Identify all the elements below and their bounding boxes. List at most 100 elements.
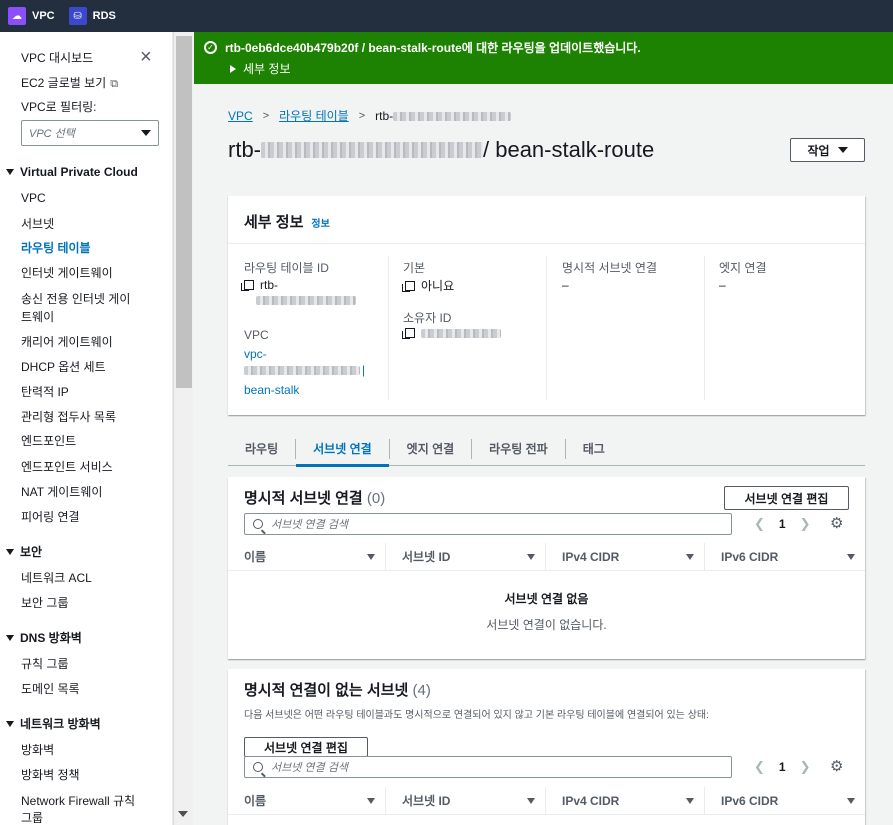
sidebar-item-firewall-policies[interactable]: 방화벽 정책 <box>21 766 80 783</box>
vpc-filter-select[interactable]: VPC 선택 <box>21 120 159 146</box>
section-virtual-private-cloud[interactable]: Virtual Private Cloud <box>6 165 138 179</box>
copy-icon[interactable] <box>402 280 415 292</box>
vpc-name-link[interactable]: bean-stalk <box>244 383 299 397</box>
breadcrumb-vpc[interactable]: VPC <box>228 109 253 123</box>
sidebar-item-carrier-gateways[interactable]: 캐리어 게이트웨이 <box>21 333 113 350</box>
breadcrumb-route-tables[interactable]: 라우팅 테이블 <box>279 107 349 124</box>
scrollbar-thumb[interactable] <box>176 36 192 388</box>
vpc-link[interactable]: vpc- <box>244 347 267 361</box>
rds-shortcut-label: RDS <box>92 10 116 22</box>
sort-caret-icon[interactable] <box>527 553 535 560</box>
sidebar-item-nfw-rule-groups-cont[interactable]: 그룹 <box>21 809 43 825</box>
section-label: DNS 방화벽 <box>20 631 82 645</box>
scroll-down-arrow-icon[interactable] <box>178 811 188 817</box>
sidebar-item-nat-gateways[interactable]: NAT 게이트웨이 <box>21 483 102 500</box>
column-header-subnet-id[interactable]: 서브넷 ID <box>386 543 546 570</box>
empty-state-title: 서브넷 연결 없음 <box>504 592 589 606</box>
section-security[interactable]: 보안 <box>6 543 42 560</box>
chevron-right-icon[interactable]: ❯ <box>800 759 811 775</box>
sidebar-item-firewalls[interactable]: 방화벽 <box>21 741 54 758</box>
sort-caret-icon[interactable] <box>527 797 535 804</box>
edit-subnet-associations-button[interactable]: 서브넷 연결 편집 <box>724 486 849 510</box>
chevron-left-icon[interactable]: ❮ <box>754 759 765 775</box>
sidebar-item-route-tables[interactable]: 라우팅 테이블 <box>21 239 91 256</box>
sidebar-item-dhcp-options[interactable]: DHCP 옵션 세트 <box>21 358 106 375</box>
details-info-link[interactable]: 정보 <box>311 219 329 230</box>
sort-caret-icon[interactable] <box>686 553 694 560</box>
explicit-subnets-heading: 명시적 서브넷 연결 (0) <box>244 487 385 508</box>
sidebar-item-vpc[interactable]: VPC <box>21 191 46 205</box>
sidebar-item-endpoint-services[interactable]: 엔드포인트 서비스 <box>21 458 113 475</box>
column-header-name[interactable]: 이름 <box>228 787 386 814</box>
sidebar-item-network-acl[interactable]: 네트워크 ACL <box>21 569 92 586</box>
column-label: IPv4 CIDR <box>562 793 620 808</box>
chevron-right-icon[interactable]: ❯ <box>800 516 811 532</box>
sidebar-item-security-groups[interactable]: 보안 그룹 <box>21 594 69 611</box>
tab-subnet-associations[interactable]: 서브넷 연결 <box>296 432 389 467</box>
tab-tags[interactable]: 태그 <box>566 432 622 466</box>
tab-route-propagation[interactable]: 라우팅 전파 <box>472 432 565 466</box>
sidebar-item-internet-gateways[interactable]: 인터넷 게이트웨이 <box>21 264 113 281</box>
vpc-shortcut-label: VPC <box>32 10 55 22</box>
sort-caret-icon[interactable] <box>686 797 694 804</box>
copy-icon[interactable] <box>241 280 254 291</box>
sidebar-item-domain-lists[interactable]: 도메인 목록 <box>21 680 80 697</box>
copy-icon[interactable] <box>402 328 415 339</box>
main-label: 기본 <box>403 261 426 275</box>
section-dns-firewall[interactable]: DNS 방화벽 <box>6 629 82 646</box>
sidebar-item-egress-only-igw[interactable]: 송신 전용 인터넷 게이 <box>21 290 130 307</box>
settings-gear-icon[interactable]: ⚙ <box>830 757 843 775</box>
search-placeholder: 서브넷 연결 검색 <box>271 519 348 531</box>
sort-caret-icon[interactable] <box>367 553 375 560</box>
sidebar-item-elastic-ip[interactable]: 탄력적 IP <box>21 383 69 400</box>
sort-caret-icon[interactable] <box>847 553 855 560</box>
tab-routes[interactable]: 라우팅 <box>228 432 295 466</box>
page-number[interactable]: 1 <box>779 760 786 774</box>
vpc-filter-label: VPC로 필터링: <box>21 100 97 114</box>
search-icon <box>253 519 263 529</box>
chevron-left-icon[interactable]: ❮ <box>754 516 765 532</box>
column-header-ipv6-cidr[interactable]: IPv6 CIDR <box>705 543 865 570</box>
vpc-shortcut[interactable]: ☁ VPC <box>8 7 55 25</box>
sidebar: VPC 대시보드 × EC2 글로벌 보기 ⧉ VPC로 필터링: VPC 선택 … <box>0 32 173 825</box>
success-check-icon: ✓ <box>204 41 217 54</box>
sidebar-item-subnets[interactable]: 서브넷 <box>21 215 54 232</box>
sidebar-item-vpc-dashboard[interactable]: VPC 대시보드 <box>21 49 93 66</box>
sidebar-item-prefix-lists[interactable]: 관리형 접두사 목록 <box>21 408 116 425</box>
section-label: 네트워크 방화벽 <box>20 717 101 731</box>
rds-shortcut[interactable]: ⛁ RDS <box>68 7 116 25</box>
sidebar-item-rule-groups[interactable]: 규칙 그룹 <box>21 655 69 672</box>
sidebar-item-ec2-global-view[interactable]: EC2 글로벌 보기 ⧉ <box>21 74 118 91</box>
page-number[interactable]: 1 <box>779 517 786 531</box>
section-network-firewall[interactable]: 네트워크 방화벽 <box>6 715 101 732</box>
sidebar-scrollbar[interactable] <box>173 32 193 825</box>
sidebar-item-endpoints[interactable]: 엔드포인트 <box>21 432 76 449</box>
actions-button[interactable]: 작업 <box>790 138 865 162</box>
settings-gear-icon[interactable]: ⚙ <box>830 514 843 532</box>
sidebar-item-egress-only-igw-cont[interactable]: 트웨이 <box>21 308 54 325</box>
sidebar-item-peering[interactable]: 피어링 연결 <box>21 508 80 525</box>
column-header-ipv4-cidr[interactable]: IPv4 CIDR <box>546 787 705 814</box>
subnet-association-search-input[interactable]: 서브넷 연결 검색 <box>244 756 732 778</box>
edit-subnet-associations-button[interactable]: 서브넷 연결 편집 <box>244 737 368 757</box>
details-heading: 세부 정보 정보 <box>244 211 330 232</box>
tab-edge-associations[interactable]: 엣지 연결 <box>390 432 472 466</box>
column-header-name[interactable]: 이름 <box>228 543 386 570</box>
vpc-link-separator: | <box>362 363 366 377</box>
sort-caret-icon[interactable] <box>847 797 855 804</box>
edge-assoc-value: – <box>719 278 726 292</box>
explicit-subnet-assoc-label: 명시적 서브넷 연결 <box>562 261 657 275</box>
close-icon[interactable]: × <box>140 47 152 67</box>
divider <box>388 256 389 400</box>
column-header-ipv6-cidr[interactable]: IPv6 CIDR <box>705 787 865 814</box>
column-header-ipv4-cidr[interactable]: IPv4 CIDR <box>546 543 705 570</box>
sort-caret-icon[interactable] <box>367 797 375 804</box>
subnet-association-search-input[interactable]: 서브넷 연결 검색 <box>244 513 732 535</box>
route-table-id-value: rtb- <box>241 278 278 292</box>
chevron-right-icon: > <box>358 109 366 122</box>
column-header-subnet-id[interactable]: 서브넷 ID <box>386 787 546 814</box>
banner-details-toggle[interactable]: 세부 정보 <box>230 60 291 77</box>
sidebar-item-nfw-rule-groups[interactable]: Network Firewall 규칙 <box>21 792 135 809</box>
route-table-id-text: rtb- <box>260 278 278 292</box>
subnets-without-explicit-associations-panel: 명시적 연결이 없는 서브넷 (4) 다음 서브넷은 어떤 라우팅 테이블과도 … <box>228 669 865 825</box>
